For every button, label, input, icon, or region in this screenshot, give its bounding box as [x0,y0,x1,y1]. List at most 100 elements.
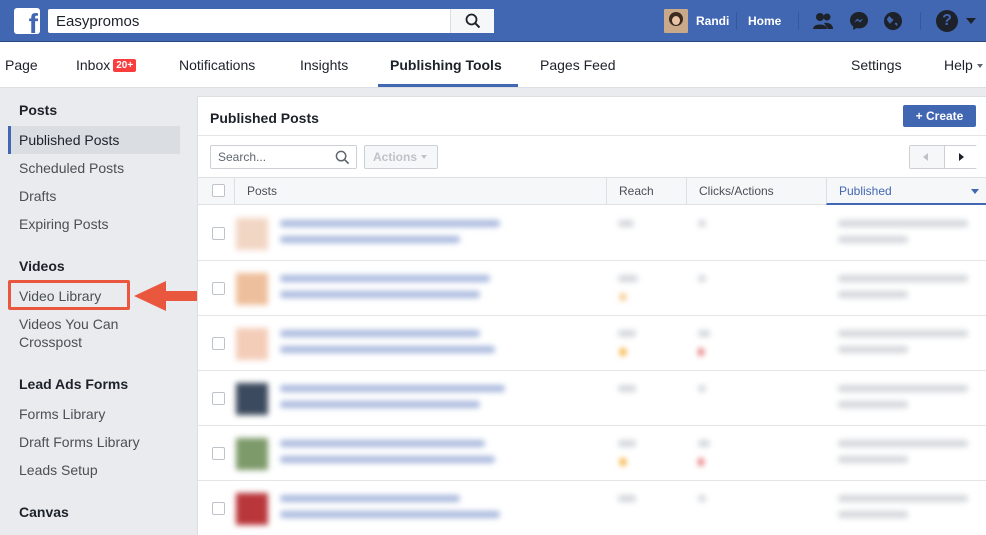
published-date [838,220,968,227]
facebook-logo-icon[interactable]: f [14,8,40,34]
sidebar-section-canvas: Canvas [19,504,69,520]
sidebar: Posts Published Posts Scheduled Posts Dr… [0,89,308,535]
table-row[interactable] [198,371,986,426]
reach-value [618,330,636,337]
tab-help-label: Help [944,57,973,73]
published-date [838,330,968,337]
table-header: Posts Reach Clicks/Actions Published [198,177,986,205]
actions-label: Actions [373,150,418,164]
actions-dropdown[interactable]: Actions [364,145,438,169]
sort-descending-icon [971,189,979,194]
tab-notifications[interactable]: Notifications [179,57,255,73]
home-link[interactable]: Home [748,14,781,28]
sidebar-item-forms-library[interactable]: Forms Library [19,405,105,423]
clicks-indicator [698,458,704,466]
sidebar-section-posts: Posts [19,102,58,118]
reach-indicator [620,293,626,301]
tab-inbox[interactable]: Inbox 20+ [76,57,137,73]
sidebar-item-drafts[interactable]: Drafts [19,187,56,205]
globe-notifications-icon[interactable] [882,10,904,32]
published-date [838,385,968,392]
row-checkbox[interactable] [212,502,225,515]
published-date [838,495,968,502]
active-tab-indicator [378,84,518,87]
column-header-reach[interactable]: Reach [606,178,686,204]
column-header-posts[interactable]: Posts [234,178,606,204]
sidebar-item-published-posts[interactable]: Published Posts [19,131,119,149]
column-header-clicks-actions[interactable]: Clicks/Actions [686,178,826,204]
next-page-button[interactable] [944,146,977,168]
search-icon [335,150,350,165]
tab-help[interactable]: Help [944,57,983,73]
tab-pages-feed[interactable]: Pages Feed [540,57,616,73]
column-header-published[interactable]: Published [826,178,986,205]
profile-link[interactable]: Randi [664,9,729,33]
clicks-value [698,220,706,227]
published-date [838,440,968,447]
post-text [280,330,480,337]
create-button-label: Create [925,109,964,123]
messenger-icon[interactable] [848,10,870,32]
avatar [664,9,688,33]
clicks-value [698,275,706,282]
sidebar-section-lead-ads-forms: Lead Ads Forms [19,376,129,392]
pagination [909,145,977,169]
published-date [838,275,968,282]
posts-search-input[interactable] [211,146,331,168]
top-bar: f Randi Home ? [0,0,986,42]
row-checkbox[interactable] [212,447,225,460]
reach-value [618,440,636,447]
clicks-value [698,385,706,392]
clicks-value [698,440,710,447]
create-button[interactable]: + Create [903,105,976,127]
reach-indicator [620,458,626,466]
previous-page-button[interactable] [910,146,943,168]
row-checkbox[interactable] [212,227,225,240]
post-text [280,275,490,282]
row-checkbox[interactable] [212,282,225,295]
sidebar-item-videos-you-can-crosspost[interactable]: Videos You Can Crosspost [19,315,169,351]
reach-value [618,220,634,227]
post-text [280,346,495,353]
row-checkbox[interactable] [212,337,225,350]
table-row[interactable] [198,316,986,371]
sidebar-item-scheduled-posts[interactable]: Scheduled Posts [19,159,124,177]
post-text [280,440,485,447]
table-row[interactable] [198,426,986,481]
divider [920,12,921,30]
table-row[interactable] [198,261,986,316]
posts-search[interactable] [210,145,357,169]
select-all-checkbox[interactable] [212,184,225,197]
published-by [838,236,908,243]
table-row[interactable] [198,481,986,535]
row-checkbox[interactable] [212,392,225,405]
clicks-value [698,330,710,337]
table-row[interactable] [198,206,986,261]
published-by [838,511,908,518]
clicks-value [698,495,706,502]
friend-requests-icon[interactable] [812,10,834,32]
caret-down-icon[interactable] [966,18,976,24]
tab-insights[interactable]: Insights [300,57,348,73]
search-icon [465,13,481,29]
sidebar-item-expiring-posts[interactable]: Expiring Posts [19,215,108,233]
sidebar-item-draft-forms-library[interactable]: Draft Forms Library [19,433,140,451]
divider [798,12,799,30]
divider [198,135,986,136]
help-icon[interactable]: ? [936,10,958,32]
global-search-input[interactable] [48,9,448,33]
global-search-button[interactable] [450,9,494,33]
column-header-published-label: Published [839,184,892,198]
tab-publishing-tools[interactable]: Publishing Tools [390,57,502,73]
tab-page[interactable]: Page [5,57,38,73]
reach-value [618,385,636,392]
post-text [280,236,460,243]
tab-settings[interactable]: Settings [851,57,902,73]
user-name: Randi [696,14,730,28]
page-nav: Page Inbox 20+ Notifications Insights Pub… [0,42,986,88]
sidebar-item-leads-setup[interactable]: Leads Setup [19,461,98,479]
video-library-highlight-box [8,280,130,310]
global-search[interactable] [48,9,494,33]
divider [736,12,737,30]
reach-value [618,495,636,502]
